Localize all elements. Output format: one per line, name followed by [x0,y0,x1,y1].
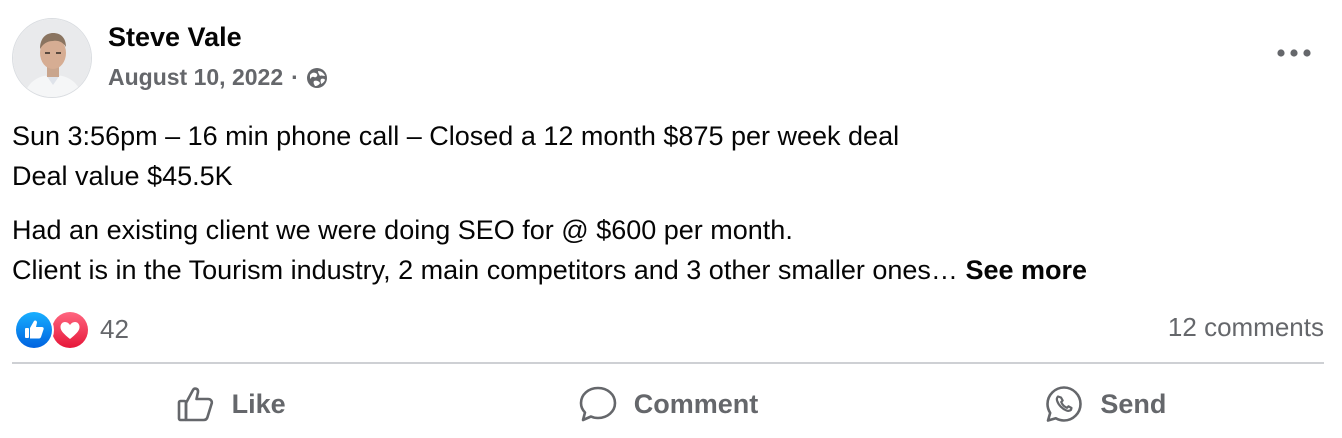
post-text-line: Deal value $45.5K [12,161,233,191]
reactions-summary[interactable]: 42 [14,310,129,350]
post-text: Sun 3:56pm – 16 min phone call – Closed … [12,116,1322,290]
thumbs-up-icon [176,384,216,424]
comment-label: Comment [633,388,759,419]
post-text-line-content: Client is in the Tourism industry, 2 mai… [12,255,958,285]
send-label: Send [1100,388,1167,419]
send-button[interactable]: Send [887,372,1324,436]
post-card: Steve Vale August 10, 2022 · Sun 3:56pm … [0,0,1342,438]
post-text-line: Had an existing client we were doing SEO… [12,210,1322,250]
reaction-count: 42 [100,313,129,344]
comment-button[interactable]: Comment [449,372,886,436]
avatar-photo [13,19,91,97]
post-text-line: Sun 3:56pm – 16 min phone call – Closed … [12,121,900,151]
comment-bubble-icon [578,384,618,424]
action-bar: Like Comment Send [12,372,1324,436]
meta-separator: · [291,64,299,90]
reaction-icons [14,310,90,350]
author-name[interactable]: Steve Vale [108,22,242,53]
like-label: Like [231,388,286,419]
more-options-icon[interactable] [1274,38,1314,68]
post-text-line-content: Had an existing client we were doing SEO… [12,215,793,245]
divider [12,362,1324,364]
like-button[interactable]: Like [12,372,449,436]
see-more-link[interactable]: See more [965,255,1087,285]
post-date[interactable]: August 10, 2022 [108,64,283,91]
author-avatar[interactable] [12,18,92,98]
love-reaction-icon [50,310,90,350]
like-reaction-icon [14,310,54,350]
post-meta: August 10, 2022 · [108,64,329,91]
whatsapp-icon [1044,384,1084,424]
comments-count-link[interactable]: 12 comments [1168,312,1324,343]
post-text-line: Client is in the Tourism industry, 2 mai… [12,250,1322,290]
globe-icon[interactable] [305,66,329,90]
